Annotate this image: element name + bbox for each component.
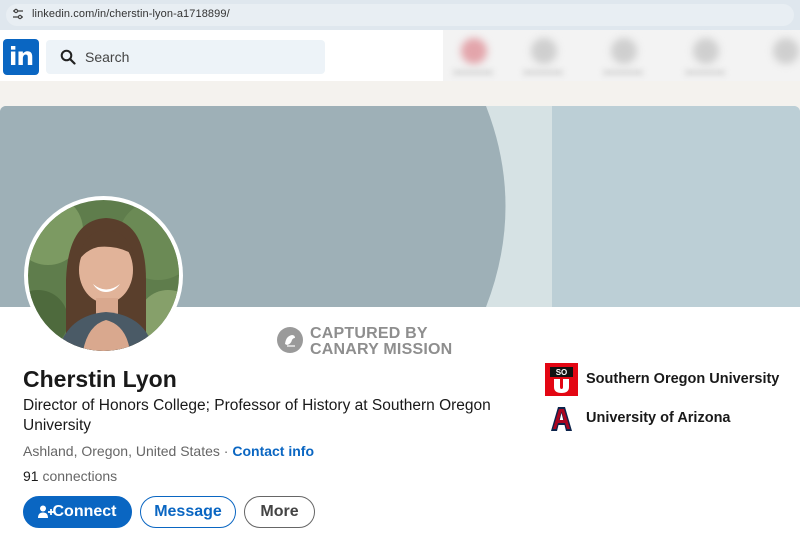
profile-name: Cherstin Lyon <box>23 366 177 392</box>
more-button[interactable]: More <box>244 496 315 528</box>
profile-location-line: Ashland, Oregon, United States · Contact… <box>23 443 314 459</box>
watermark-line-2: CANARY MISSION <box>310 341 453 358</box>
search-placeholder: Search <box>85 49 130 65</box>
message-button[interactable]: Message <box>140 496 236 528</box>
profile-location: Ashland, Oregon, United States <box>23 443 220 459</box>
education-name: University of Arizona <box>586 410 731 426</box>
add-person-icon <box>38 505 54 518</box>
browser-address-bar: linkedin.com/in/cherstin-lyon-a1718899/ <box>0 0 800 30</box>
search-icon <box>60 49 76 65</box>
search-input[interactable]: Search <box>46 40 325 74</box>
profile-photo-image <box>28 200 179 351</box>
blurred-nav-item <box>531 38 557 64</box>
blurred-nav-item <box>611 38 637 64</box>
profile-headline: Director of Honors College; Professor of… <box>23 397 491 434</box>
page-background <box>0 81 800 106</box>
contact-info-link[interactable]: Contact info <box>232 443 314 459</box>
education-name: Southern Oregon University <box>586 371 780 387</box>
blurred-nav-item <box>773 38 799 64</box>
url-text[interactable]: linkedin.com/in/cherstin-lyon-a1718899/ <box>32 8 230 20</box>
blurred-nav-item <box>461 38 487 64</box>
canary-icon <box>277 327 303 353</box>
connect-button[interactable]: Connect <box>23 496 132 528</box>
location-separator: · <box>219 443 233 459</box>
profile-photo[interactable] <box>24 196 183 355</box>
connections-count: 91 <box>23 468 39 484</box>
linkedin-logo[interactable]: in <box>3 39 39 75</box>
top-navigation: in Search <box>0 30 800 81</box>
southern-oregon-university-logo-icon: SO <box>545 363 578 396</box>
connections-count-line[interactable]: 91 connections <box>23 468 117 484</box>
blurred-nav-icons <box>443 30 800 81</box>
svg-text:SO: SO <box>556 368 568 377</box>
tune-icon[interactable] <box>12 8 24 20</box>
blurred-nav-item <box>693 38 719 64</box>
connections-label: connections <box>38 468 118 484</box>
university-of-arizona-logo-icon <box>545 402 578 435</box>
